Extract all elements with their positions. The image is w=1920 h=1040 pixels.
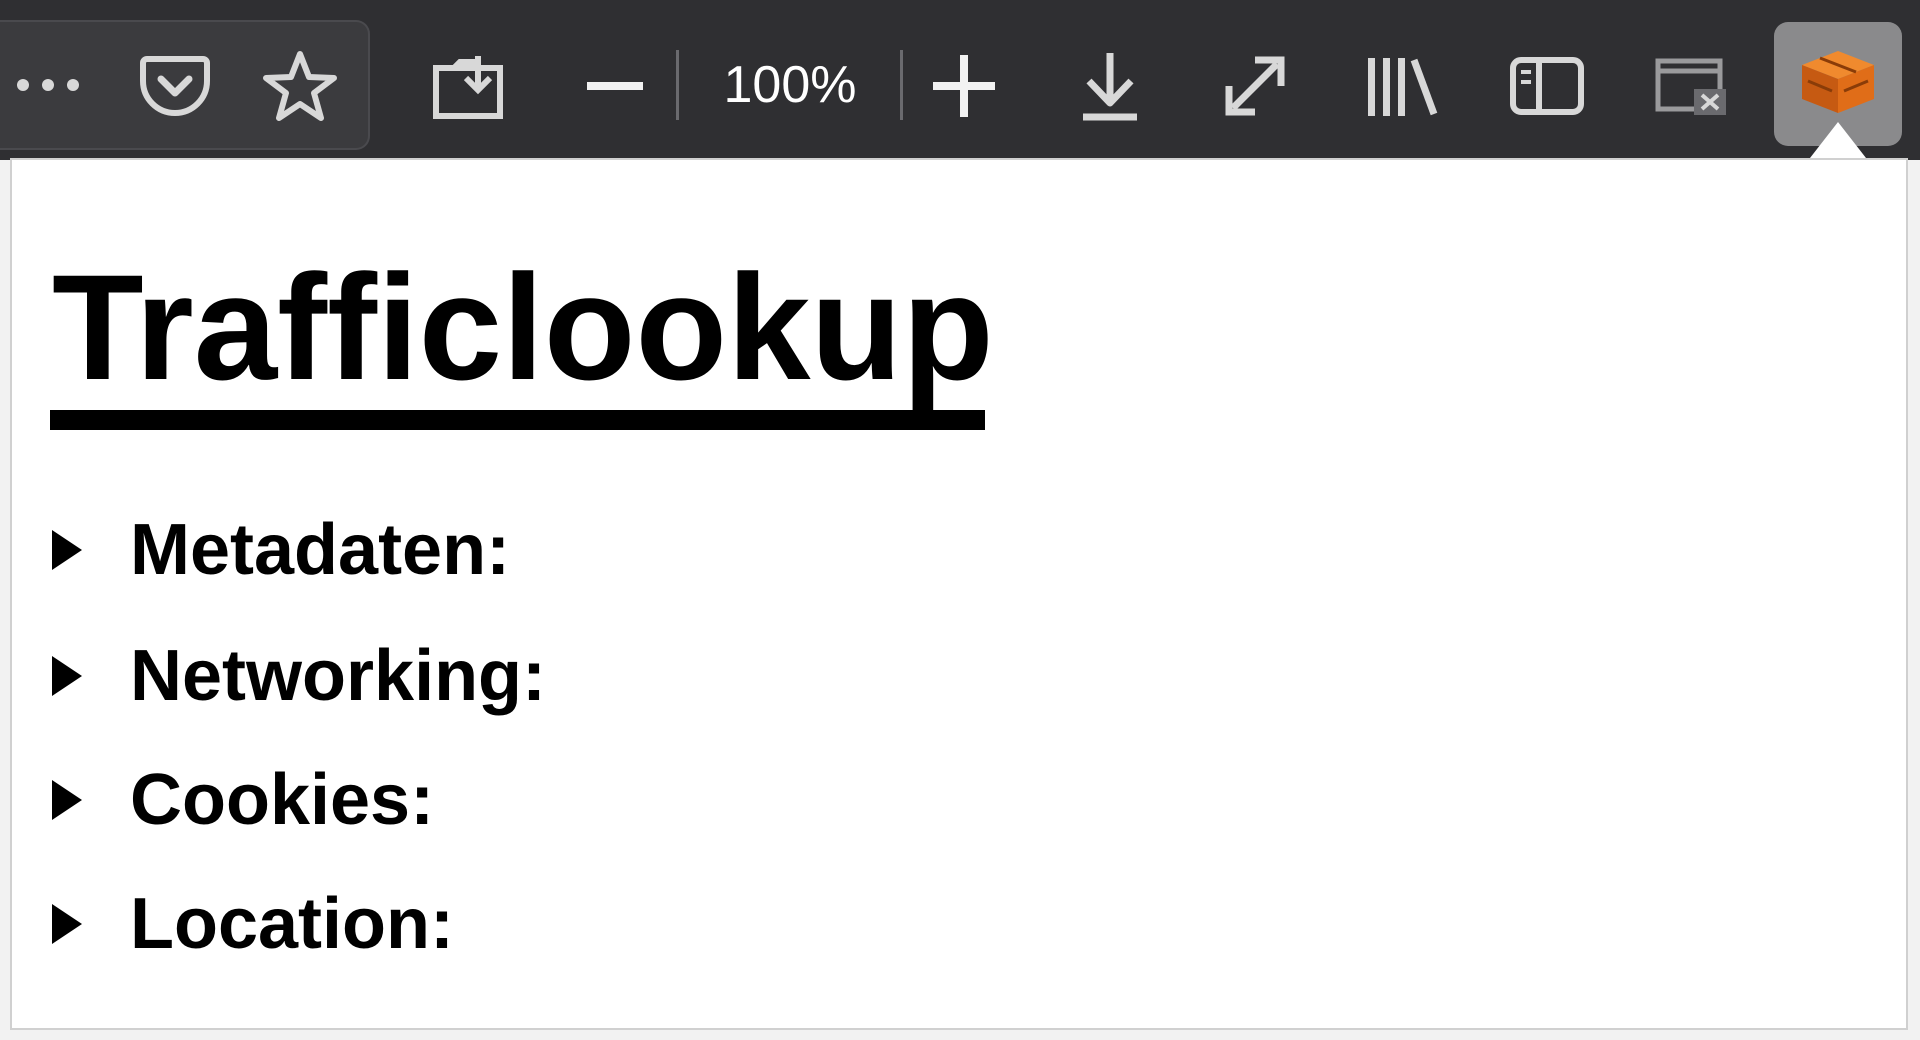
section-cookies[interactable]: Cookies: [52, 760, 434, 840]
zoom-in-icon[interactable] [928, 50, 1000, 122]
section-metadaten[interactable]: Metadaten: [52, 510, 510, 590]
panel-title: Trafficlookup [52, 243, 994, 411]
title-underline [50, 410, 985, 430]
disclosure-triangle-icon [52, 530, 82, 570]
zoom-separator [676, 50, 679, 120]
fullscreen-icon[interactable] [1215, 48, 1295, 124]
section-networking[interactable]: Networking: [52, 636, 546, 716]
library-icon[interactable] [1360, 50, 1444, 122]
screenshot-icon[interactable] [428, 48, 508, 124]
trafficlookup-extension-icon [1798, 47, 1878, 122]
browser-toolbar: 100% [0, 0, 1920, 160]
section-label: Location: [130, 884, 454, 964]
section-location[interactable]: Location: [52, 884, 454, 964]
section-label: Metadaten: [130, 510, 511, 590]
extension-popup-panel: Trafficlookup Metadaten: Networking: Coo… [10, 158, 1908, 1030]
disclosure-triangle-icon [52, 780, 82, 820]
zoom-out-icon[interactable] [580, 60, 650, 112]
private-window-icon[interactable] [1650, 52, 1734, 122]
zoom-separator [900, 50, 903, 120]
section-label: Networking: [130, 636, 547, 716]
zoom-level-label[interactable]: 100% [700, 50, 880, 120]
page-actions-ellipsis-icon[interactable] [8, 50, 88, 120]
downloads-icon[interactable] [1070, 46, 1150, 126]
disclosure-triangle-icon [52, 904, 82, 944]
section-label: Cookies: [130, 760, 435, 840]
pocket-icon[interactable] [135, 48, 215, 124]
panel-arrow [1810, 122, 1866, 158]
disclosure-triangle-icon [52, 656, 82, 696]
bookmark-star-icon[interactable] [260, 46, 340, 126]
sidebar-icon[interactable] [1505, 50, 1589, 122]
